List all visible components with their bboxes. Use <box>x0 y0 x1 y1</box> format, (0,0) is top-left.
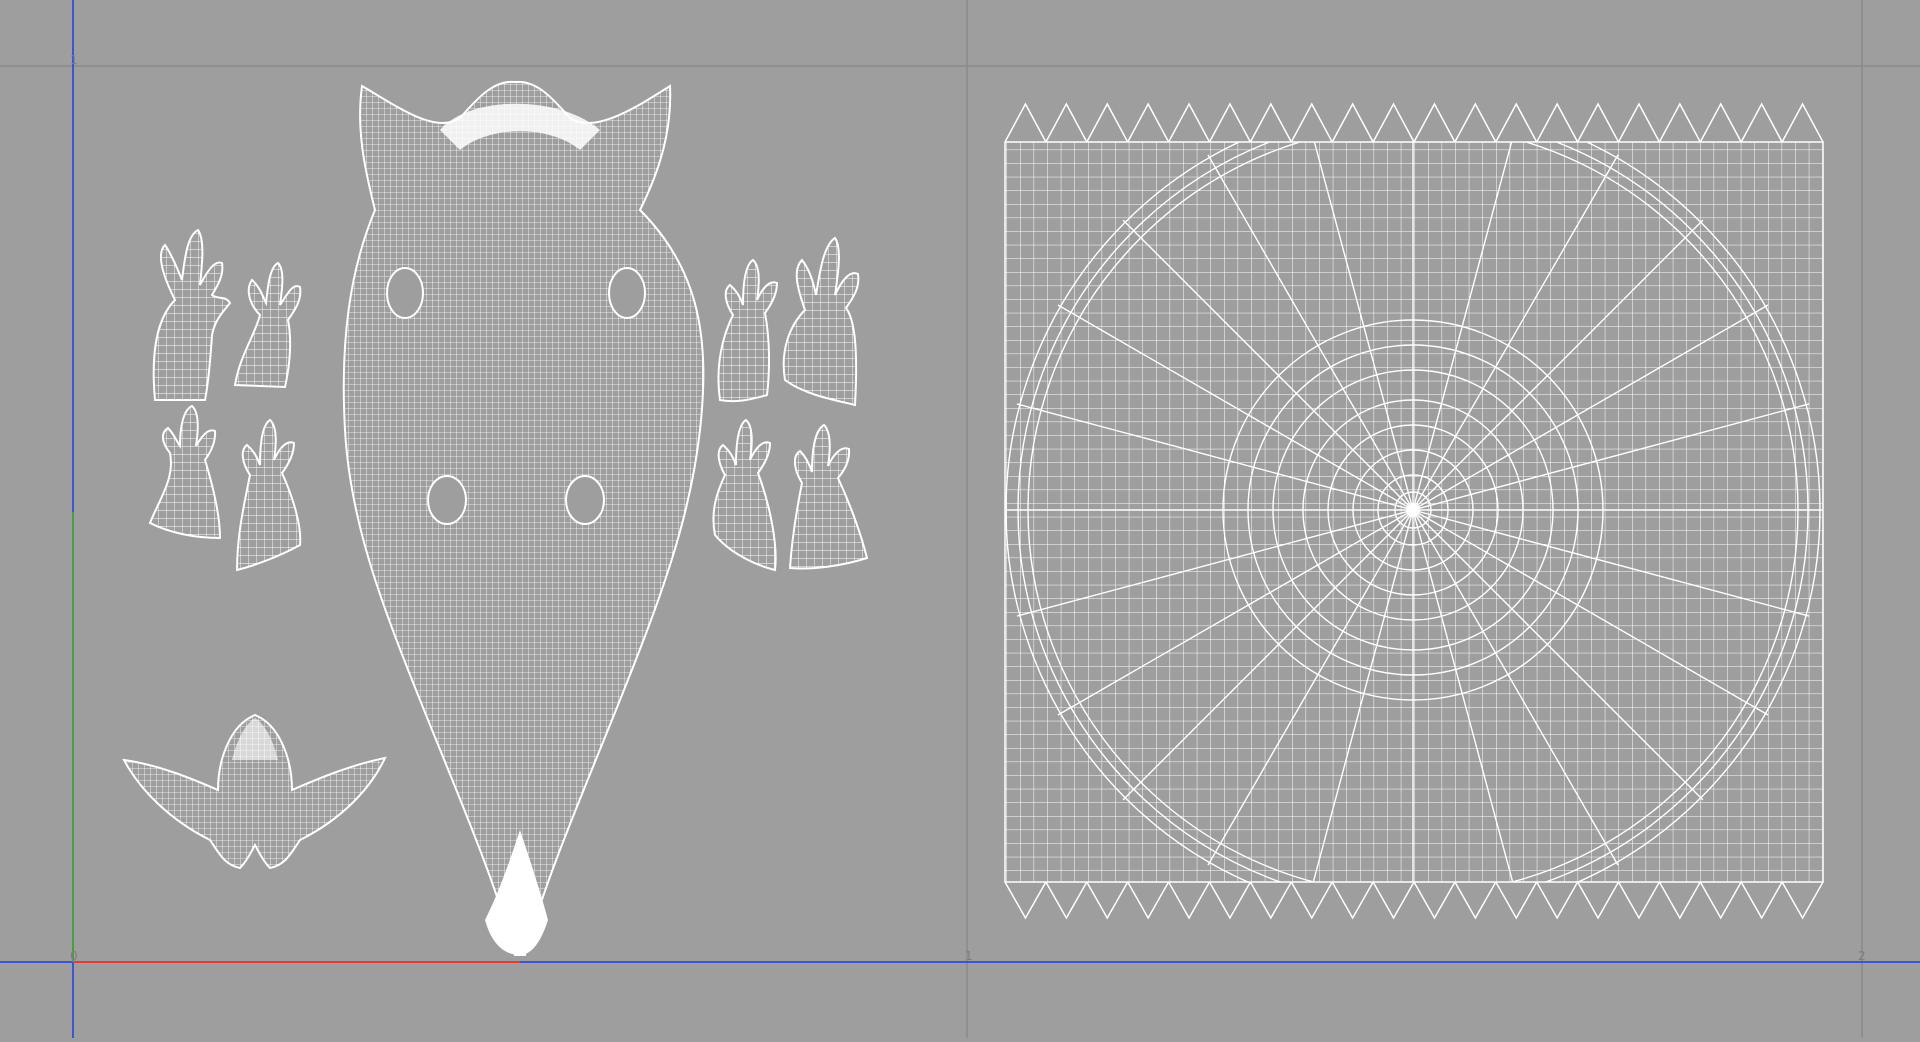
disc-tooth <box>1004 881 1047 920</box>
disc-tooth <box>1699 881 1742 920</box>
disc-top-teeth <box>1004 102 1824 143</box>
disc-tooth <box>1372 881 1415 920</box>
disc-tooth <box>1495 881 1538 920</box>
disc-tooth <box>1290 881 1333 920</box>
uv-editor-viewport[interactable]: 1 0 1 2 <box>0 0 1920 1038</box>
mask-body-shell[interactable] <box>342 80 705 956</box>
disc-tooth <box>1208 881 1252 920</box>
disc-tooth <box>1004 102 1047 143</box>
u2-label: 2 <box>1858 949 1866 963</box>
disc-tooth <box>1699 102 1742 143</box>
crest-shell[interactable] <box>122 713 387 870</box>
disc-tooth <box>1658 881 1701 920</box>
disc-tooth <box>1086 881 1129 920</box>
hand-shell-5 <box>717 258 779 403</box>
hand-shell-4 <box>235 418 302 572</box>
disc-tooth <box>1576 881 1620 920</box>
disc-tooth <box>1781 881 1824 920</box>
disc-tooth <box>1740 102 1783 143</box>
hand-shell-6 <box>782 236 860 407</box>
disc-center <box>1406 503 1420 517</box>
disc-tooth <box>1576 102 1620 143</box>
disc-tooth <box>1617 881 1661 920</box>
disc-shell[interactable] <box>1003 100 1824 920</box>
disc-tooth <box>1208 102 1252 143</box>
disc-tooth <box>1781 102 1824 143</box>
disc-tooth <box>1413 881 1456 920</box>
origin-label: 0 <box>70 949 78 963</box>
disc-tooth <box>1249 881 1292 920</box>
disc-tooth <box>1536 881 1579 920</box>
disc-tooth <box>1454 881 1497 920</box>
hand-shell-1 <box>152 228 232 401</box>
disc-tooth <box>1167 881 1211 920</box>
disc-tooth <box>1045 881 1088 920</box>
disc-tooth <box>1658 102 1701 143</box>
disc-tooth <box>1249 102 1292 143</box>
disc-tooth <box>1290 102 1333 143</box>
disc-bottom-teeth <box>1004 881 1824 920</box>
disc-tooth <box>1331 102 1374 143</box>
disc-tooth <box>1617 102 1661 143</box>
disc-tooth <box>1127 881 1170 920</box>
hand-shell-3 <box>148 404 222 540</box>
disc-tooth <box>1495 102 1538 143</box>
disc-tooth <box>1331 881 1374 920</box>
disc-tooth <box>1536 102 1579 143</box>
disc-tooth <box>1372 102 1415 143</box>
hand-shell-8 <box>788 423 869 570</box>
hand-shell-2 <box>233 261 302 389</box>
disc-tooth <box>1045 102 1088 143</box>
disc-tooth <box>1086 102 1129 143</box>
disc-tooth <box>1167 102 1211 143</box>
disc-tooth <box>1740 881 1783 920</box>
disc-tooth <box>1413 102 1456 143</box>
u1-label: 1 <box>965 949 973 963</box>
uv-canvas[interactable]: 1 0 1 2 <box>0 0 1920 1038</box>
disc-tooth <box>1454 102 1497 143</box>
hand-shell-7 <box>712 418 777 572</box>
v1-label: 1 <box>70 53 78 67</box>
disc-tooth <box>1127 102 1170 143</box>
